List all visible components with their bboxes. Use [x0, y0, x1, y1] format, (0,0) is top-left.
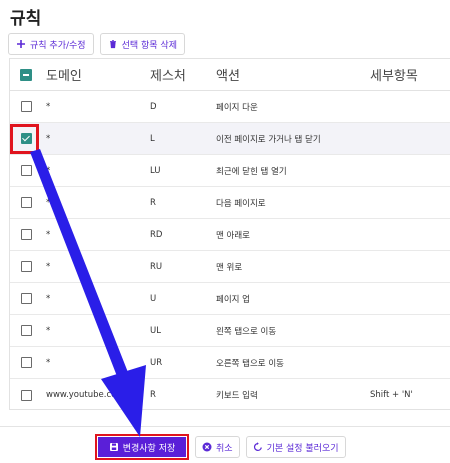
cancel-label: 취소: [216, 443, 233, 454]
cell-domain: *: [46, 197, 51, 208]
table-row[interactable]: * U 페이지 업: [10, 283, 450, 315]
page-title: 규칙: [10, 9, 42, 29]
cell-gesture: RU: [150, 261, 163, 272]
cell-action: 최근에 닫힌 탭 열기: [216, 166, 287, 177]
row-checkbox[interactable]: [20, 389, 32, 401]
row-checkbox[interactable]: [20, 165, 32, 176]
cell-gesture: U: [150, 293, 157, 304]
cell-action: 이전 페이지로 가거나 탭 닫기: [216, 134, 321, 145]
table-row[interactable]: * RD 맨 아래로: [10, 219, 450, 251]
plus-icon: [17, 40, 25, 48]
cancel-button[interactable]: 취소: [195, 436, 240, 458]
add-rule-button[interactable]: 규칙 추가/수정: [8, 33, 94, 55]
cell-domain: www.youtube.com: [46, 390, 125, 400]
table-row[interactable]: * D 페이지 다운: [10, 91, 450, 123]
cell-domain: *: [46, 229, 51, 240]
cell-action: 맨 아래로: [216, 230, 250, 241]
cell-action: 오른쪽 탭으로 이동: [216, 358, 284, 369]
header-domain[interactable]: 도메인: [42, 65, 150, 84]
header-action[interactable]: 액션: [216, 65, 370, 84]
cell-gesture: RD: [150, 229, 163, 240]
footer-divider: [0, 426, 450, 427]
save-changes-label: 변경사항 저장: [122, 443, 176, 454]
footer-actions: 변경사항 저장 취소 기본 설정 불러오기: [95, 434, 346, 460]
cell-gesture: UR: [150, 357, 163, 368]
cell-gesture: L: [150, 133, 155, 144]
table-row[interactable]: * L 이전 페이지로 가거나 탭 닫기: [10, 123, 450, 155]
row-checkbox[interactable]: [20, 229, 32, 240]
cell-domain: *: [46, 165, 51, 176]
delete-selected-button[interactable]: 선택 항목 삭제: [99, 33, 185, 55]
row-checkbox[interactable]: [20, 293, 32, 304]
rules-table: 도메인 제스처 액션 세부항목 * D 페이지 다운 * L 이전 페이지로 가거나 탭 …: [9, 58, 450, 410]
row-checkbox[interactable]: [20, 197, 32, 208]
cell-action: 맨 위로: [216, 262, 243, 273]
cell-gesture: R: [150, 197, 156, 208]
reset-defaults-button[interactable]: 기본 설정 불러오기: [245, 436, 346, 458]
table-row[interactable]: * RU 맨 위로: [10, 251, 450, 283]
cancel-icon: [202, 442, 212, 452]
delete-selected-label: 선택 항목 삭제: [121, 40, 177, 51]
cell-action: 페이지 다운: [216, 102, 258, 113]
cell-domain: *: [46, 133, 51, 144]
row-checkbox[interactable]: [20, 325, 32, 336]
header-gesture[interactable]: 제스처: [150, 65, 216, 84]
table-row[interactable]: * LU 최근에 닫힌 탭 열기: [10, 155, 450, 187]
table-row[interactable]: * UR 오른쪽 탭으로 이동: [10, 347, 450, 379]
header-detail[interactable]: 세부항목: [370, 65, 450, 84]
rules-toolbar: 규칙 추가/수정 선택 항목 삭제: [8, 33, 185, 55]
row-checkbox[interactable]: [20, 101, 32, 112]
cell-action: 키보드 입력: [216, 391, 258, 401]
table-row[interactable]: * R 다음 페이지로: [10, 187, 450, 219]
cell-domain: *: [46, 293, 51, 304]
cell-domain: *: [46, 261, 51, 272]
row-checkbox[interactable]: [20, 261, 32, 272]
cell-gesture: LU: [150, 165, 161, 176]
table-header: 도메인 제스처 액션 세부항목: [10, 59, 450, 91]
table-row[interactable]: www.youtube.com R 키보드 입력 Shift + 'N': [10, 379, 450, 411]
add-rule-label: 규칙 추가/수정: [30, 40, 86, 51]
save-changes-button[interactable]: 변경사항 저장: [95, 434, 189, 460]
highlight-checkbox-box: [10, 124, 39, 154]
table-row[interactable]: * UL 왼쪽 탭으로 이동: [10, 315, 450, 347]
cell-gesture: UL: [150, 325, 161, 336]
cell-gesture: R: [150, 390, 156, 400]
trash-icon: [109, 40, 116, 49]
reset-defaults-label: 기본 설정 불러오기: [266, 443, 339, 454]
cell-detail: Shift + 'N': [370, 390, 413, 400]
cell-action: 왼쪽 탭으로 이동: [216, 326, 277, 337]
restore-icon: [253, 442, 262, 451]
cell-gesture: D: [150, 101, 157, 112]
select-all-checkbox[interactable]: [20, 68, 32, 81]
cell-domain: *: [46, 325, 51, 336]
cell-action: 페이지 업: [216, 294, 250, 305]
save-icon: [109, 443, 118, 451]
cell-domain: *: [46, 357, 51, 368]
cell-action: 다음 페이지로: [216, 198, 266, 209]
cell-domain: *: [46, 101, 51, 112]
row-checkbox[interactable]: [20, 357, 32, 368]
